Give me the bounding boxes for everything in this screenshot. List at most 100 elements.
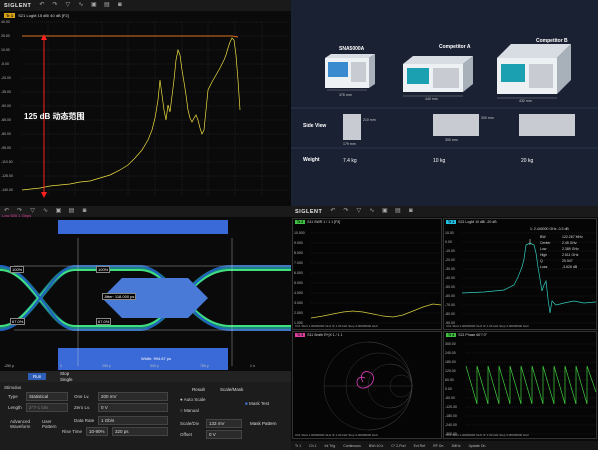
undo-icon[interactable]: ↶ — [329, 208, 336, 215]
sna5000a-width: 376 mm — [339, 93, 352, 97]
toolbar: ↶ ↷ ▽ ∿ ▣ ▤ ◙ — [0, 206, 291, 217]
window-phase[interactable]: Tr 4 S21 Phase 60°/ 0° 300.00 240.00 180.00… — [443, 331, 597, 439]
status-item[interactable]: BW=10 k — [369, 444, 383, 448]
type-select[interactable]: Statistical — [26, 392, 68, 401]
rise-time-input[interactable]: 320 ps — [112, 427, 168, 436]
weight-label: Weight — [303, 157, 320, 163]
mask-test-label: Mask Test — [248, 401, 270, 406]
stat-key: Loss — [540, 265, 548, 269]
sna5000a-weight: 7.4 kg — [343, 158, 357, 164]
vna-multi-window-panel: SIGLENT ↶ ↷ ▽ ∿ ▣ ▤ ◙ Tr 2 S11 SWR 1 / 1 … — [291, 206, 598, 450]
y-tick: -240.00 — [445, 423, 457, 427]
mask-test-checkbox[interactable]: ■ Mask Test — [245, 401, 269, 406]
stop-button[interactable]: Stop — [60, 371, 69, 376]
redo-icon[interactable]: ↷ — [342, 208, 349, 215]
x-tick: 1 n — [250, 364, 255, 368]
trace-icon[interactable]: ∿ — [42, 208, 49, 215]
status-item[interactable]: 2MHz — [451, 444, 460, 448]
sna5000a-front — [325, 54, 375, 91]
auto-scale-radio[interactable]: ● Auto Scale — [180, 397, 206, 402]
manual-radio[interactable]: ○ Manual — [180, 408, 199, 413]
y-tick: 120.00 — [445, 369, 456, 373]
eye-control-panel: Run Stop Single Stimulus Type Statistica… — [0, 371, 291, 450]
status-item[interactable]: Ch 1 — [309, 444, 316, 448]
toolbar: SIGLENT ↶ ↷ ▽ ∿ ▣ ▤ ◙ — [291, 206, 598, 217]
offset-input[interactable]: 0 V — [206, 430, 242, 439]
marker-icon[interactable]: ▽ — [355, 208, 362, 215]
stat-value: 2.389 GHz — [562, 247, 579, 251]
competitor-b-side — [519, 114, 575, 136]
status-item[interactable]: Continuous — [343, 444, 361, 448]
camera-icon[interactable]: ◙ — [81, 208, 88, 215]
status-item[interactable]: RF On — [433, 444, 443, 448]
camera-icon[interactable]: ◙ — [407, 208, 414, 215]
rise-time-mode[interactable]: 10-90% — [86, 427, 108, 436]
mask-pattern-button[interactable]: Mask Pattern — [250, 421, 277, 426]
eye-label-bot-right: 67.0% — [96, 318, 112, 325]
status-item[interactable]: Tr 1 — [295, 444, 301, 448]
window-smith[interactable]: Tr 3 S11 Smith R+jX 1 / 1 1 Ch1 Start 1.0… — [292, 331, 442, 439]
status-item[interactable]: C* 2-Port — [391, 444, 405, 448]
y-tick: -180.00 — [445, 414, 457, 418]
manual-label: Manual — [183, 408, 199, 413]
status-bar: Tr 1 Ch 1 Int Trig Continuous BW=10 k C* 2-Po… — [291, 441, 598, 450]
y-tick: -60.00 — [445, 294, 455, 298]
user-pattern-button[interactable]: User Pattern — [42, 419, 64, 429]
data-rate-input[interactable]: 1 Gb/s — [98, 416, 168, 425]
x-tick: 500 p — [150, 364, 159, 368]
sna5000a-side-dim: 179 mm — [343, 142, 356, 146]
y-tick: 6.000 — [294, 271, 303, 275]
trace-icon[interactable]: ∿ — [368, 208, 375, 215]
offset-label: Offset — [180, 432, 192, 437]
x-tick: 750 p — [200, 364, 209, 368]
result-tab[interactable]: Result — [192, 387, 205, 392]
sna5000a-side — [343, 114, 361, 140]
run-button[interactable]: Run — [28, 373, 47, 380]
window-s21-logm[interactable]: Tr 1 S21 LogM 10 dB/ -20 dB 10.00 0.00 -10.… — [443, 218, 597, 330]
y-tick: 0.00 — [445, 387, 452, 391]
stat-value: 122.267 MHz — [562, 235, 583, 239]
x-tick: 250 p — [102, 364, 111, 368]
status-item[interactable]: Int Trig — [325, 444, 336, 448]
one-lv-input[interactable]: 200 mV — [98, 392, 168, 401]
window-swr[interactable]: Tr 2 S11 SWR 1 / 1 1 [F3] 10.000 9.000 8.00… — [292, 218, 442, 330]
y-tick: -20.00 — [445, 258, 455, 262]
scale-div-input[interactable]: 133 mV — [206, 419, 242, 428]
y-tick: -60.00 — [445, 396, 455, 400]
swr-footer: Ch1 Start 1.00000000 GHz IF 1.00 kHz Sto… — [295, 324, 378, 328]
eye-label-top-left: 100% — [10, 266, 25, 273]
y-tick: 5.000 — [294, 281, 303, 285]
marker-arrow-bottom — [41, 192, 47, 198]
competitor-a-front — [403, 56, 473, 97]
dynamic-range-panel: SIGLENT ↶ ↷ ▽ ∿ ▣ ▤ ◙ Tr 1 S21 LogM 15 d… — [0, 0, 291, 206]
y-tick: 4.000 — [294, 291, 303, 295]
single-button[interactable]: Single — [60, 377, 73, 382]
grid — [22, 21, 288, 196]
eye-diagram-plot — [0, 220, 291, 370]
auto-scale-label: Auto Scale — [183, 397, 206, 402]
print-icon[interactable]: ▤ — [394, 208, 401, 215]
x-tick: 0 — [60, 364, 62, 368]
length-select[interactable]: 2^7-1 bits — [26, 403, 68, 412]
eye-x-ticks: -250 p 0 250 p 500 p 750 p 1 n — [0, 364, 291, 370]
competitor-a-side — [433, 114, 479, 136]
advanced-waveform-button[interactable]: Advanced Waveform — [10, 419, 38, 429]
smith-chart — [323, 341, 413, 431]
save-icon[interactable]: ▣ — [55, 208, 62, 215]
smith-footer: Ch1 Start 1.00000000 GHz IF 1.00 kHz Sto… — [295, 433, 378, 437]
scale-div-label: Scale/Div — [180, 421, 200, 426]
phase-plot — [465, 343, 597, 435]
status-item[interactable]: Update On — [469, 444, 486, 448]
scale-mask-tab[interactable]: Scale/Mask — [220, 387, 243, 392]
competitor-b-weight: 20 kg — [521, 158, 534, 164]
competitor-a-side-dim: 300 mm — [445, 138, 458, 142]
status-item[interactable]: Ext Ref — [414, 444, 425, 448]
one-lv-label: One Lv. — [74, 394, 90, 399]
stat-value: 2.45 GHz — [562, 241, 577, 245]
save-icon[interactable]: ▣ — [381, 208, 388, 215]
print-icon[interactable]: ▤ — [68, 208, 75, 215]
y-tick: 8.000 — [294, 251, 303, 255]
zero-lv-input[interactable]: 0 V — [98, 403, 168, 412]
eye-label-bot-left: 67.0% — [10, 318, 26, 325]
stat-key: BW — [540, 235, 546, 239]
